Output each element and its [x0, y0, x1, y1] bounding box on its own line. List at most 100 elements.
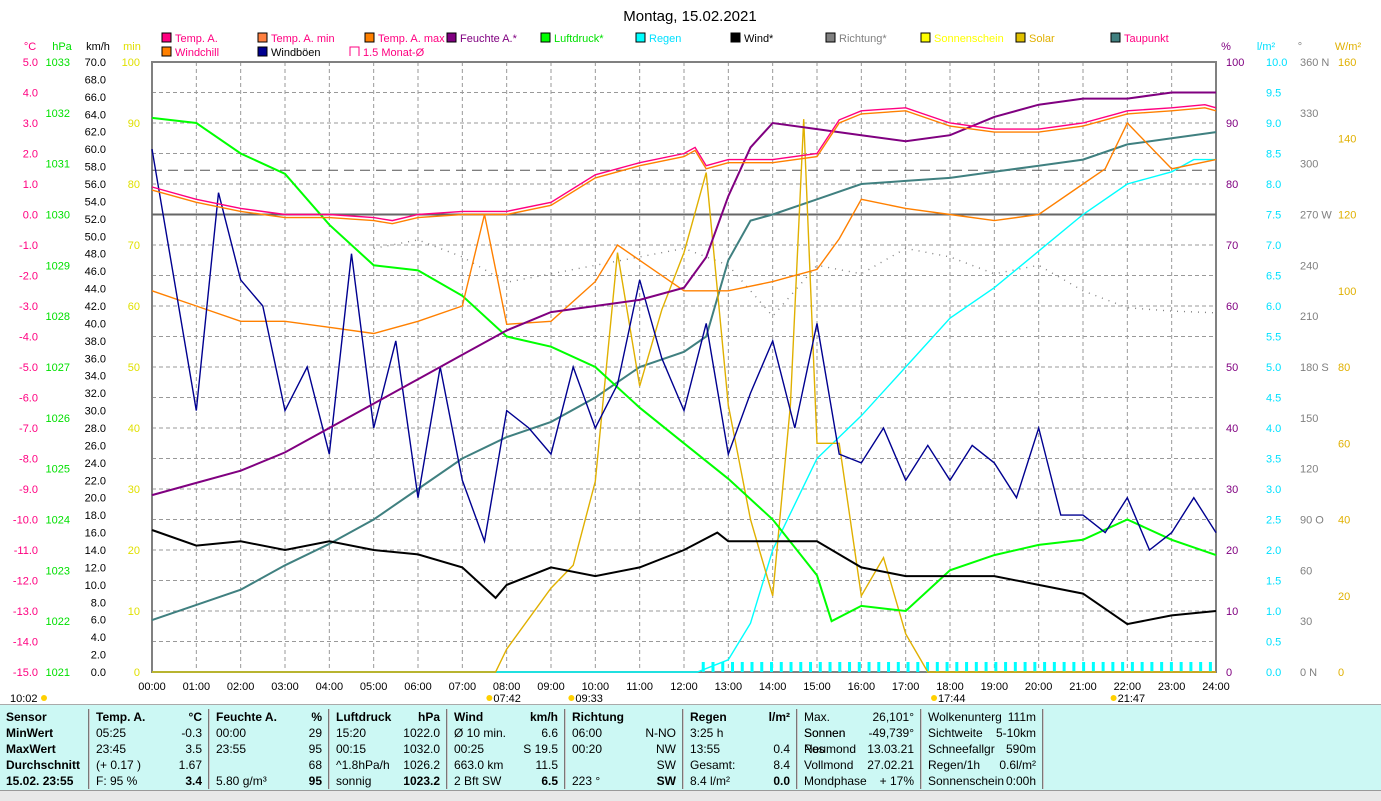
y-tick-label: 22.0 [85, 475, 106, 487]
cell-value: 8.4 [773, 758, 790, 772]
y-tick-label: 8.0 [1266, 179, 1281, 191]
table-row: Sichtweite 5-10km [922, 725, 1042, 741]
legend-label: Luftdruck* [554, 33, 604, 45]
rain-bar [1072, 662, 1076, 672]
y-tick-label: 20.0 [85, 493, 106, 505]
rain-bar [984, 662, 988, 672]
cell-value: 26,101° [872, 710, 914, 724]
y-tick-label: 5.5 [1266, 332, 1281, 344]
cell-value: 13.03.21 [867, 742, 914, 756]
legend-label: Temp. A. [175, 33, 218, 45]
axis-unit: hPa [52, 41, 72, 53]
legend-label: Windchill [175, 47, 219, 59]
x-tick-label: 03:00 [271, 681, 299, 693]
cell-value: 1022.0 [403, 726, 440, 740]
table-row: Mondphase + 17% [798, 773, 920, 789]
table-row: Sonnen Pos -49,739° [798, 725, 920, 756]
rain-bar [1189, 662, 1193, 672]
legend-swatch [1015, 32, 1026, 43]
legend-swatch [364, 32, 375, 43]
legend-label: Temp. A. max [378, 33, 445, 45]
y-tick-label: 2.0 [23, 149, 38, 161]
cell-value: 29 [308, 726, 322, 740]
table-column: Wolkenunterg 111m Sichtweite 5-10km Schneefa… [922, 709, 1044, 789]
y-tick-label: 60 [1226, 301, 1238, 313]
cell-label: Temp. A. [96, 710, 146, 724]
cell-label: 15:20 [336, 726, 367, 740]
y-tick-label: 20 [128, 545, 140, 557]
cell-value: 0.4 [773, 742, 790, 756]
cell-label: 15.02. 23:55 [6, 774, 74, 788]
y-tick-label: 10 [128, 606, 140, 618]
cell-label: Luftdruck [336, 710, 392, 724]
cell-value: l/m² [768, 710, 790, 724]
legend-label: Regen [649, 33, 681, 45]
y-tick-label: 0 [1226, 667, 1232, 679]
rain-bar [896, 662, 900, 672]
rain-bar [1033, 662, 1037, 672]
table-row: 06:00 N-NO [566, 725, 682, 741]
cell-value: 0.0 [773, 774, 790, 788]
y-tick-label: 10.0 [1266, 57, 1287, 69]
rain-bar [721, 662, 725, 672]
y-tick-label: 4.0 [91, 632, 106, 644]
cell-label: 223 ° [572, 774, 601, 788]
cell-value: S 19.5 [523, 742, 558, 756]
table-row: 8.4 l/m² 0.0 [684, 773, 796, 789]
y-tick-label: 0.0 [91, 667, 106, 679]
y-tick-label: 150 [1300, 413, 1318, 425]
x-tick-label: 19:00 [981, 681, 1009, 693]
cell-value: -0.3 [181, 726, 202, 740]
table-row: Temp. A. °C [90, 709, 208, 725]
y-tick-label: 120 [1300, 464, 1318, 476]
y-tick-label: 70 [1226, 240, 1238, 252]
y-tick-label: 2.0 [91, 650, 106, 662]
legend-swatch [161, 46, 172, 57]
x-tick-label: 06:00 [404, 681, 432, 693]
cell-value: 6.5 [541, 774, 558, 788]
rain-bar [799, 662, 803, 672]
cell-value: 1023.2 [403, 774, 440, 788]
y-tick-label: 1.0 [1266, 606, 1281, 618]
sun-icon [486, 695, 493, 701]
y-tick-label: 3.0 [23, 118, 38, 130]
rain-bar [887, 662, 891, 672]
y-tick-label: 0.0 [1266, 667, 1281, 679]
table-row: F: 95 % 3.4 [90, 773, 208, 789]
y-tick-label: 0 N [1300, 667, 1317, 679]
table-row: 23:45 3.5 [90, 741, 208, 757]
y-tick-label: 1028 [46, 311, 70, 323]
y-tick-label: -11.0 [14, 545, 38, 557]
rain-bar [809, 662, 813, 672]
rain-bar [770, 662, 774, 672]
cell-label: Gesamt: [690, 758, 736, 772]
table-row: ^1.8hPa/h 1026.2 [330, 757, 446, 773]
y-tick-label: 0.0 [23, 210, 38, 222]
y-tick-label: -6.0 [19, 393, 38, 405]
table-row: Regen/1h 0.6l/m² [922, 757, 1042, 773]
y-tick-label: 3.5 [1266, 454, 1281, 466]
rain-bar [945, 662, 949, 672]
table-row: 223 ° SW [566, 773, 682, 789]
cell-label: Feuchte A. [216, 710, 277, 724]
y-tick-label: 52.0 [85, 214, 106, 226]
y-tick-label: -13.0 [13, 606, 38, 618]
y-tick-label: 1031 [46, 159, 70, 171]
time-marker: 10:02 [10, 693, 38, 704]
y-tick-label: 60 [1300, 565, 1312, 577]
table-row: 5.80 g/m³ 95 [210, 773, 328, 789]
y-tick-label: 20 [1226, 545, 1238, 557]
cell-value: 1.67 [178, 758, 202, 772]
table-row: 2 Bft SW 6.5 [448, 773, 564, 789]
cell-label: Ø 10 min. [454, 726, 507, 740]
y-tick-label: 6.5 [1266, 271, 1281, 283]
cell-value: 5-10km [995, 726, 1036, 740]
cell-value: 0:00h [1005, 774, 1036, 788]
axis-unit: l/m² [1257, 41, 1276, 53]
y-tick-label: 4.5 [1266, 393, 1281, 405]
y-tick-label: 58.0 [85, 162, 106, 174]
cell-label: Sonnen Pos [804, 726, 846, 756]
sun-icon [931, 695, 938, 701]
legend-label: Richtung* [839, 33, 887, 45]
cell-label: Regen [690, 710, 727, 724]
